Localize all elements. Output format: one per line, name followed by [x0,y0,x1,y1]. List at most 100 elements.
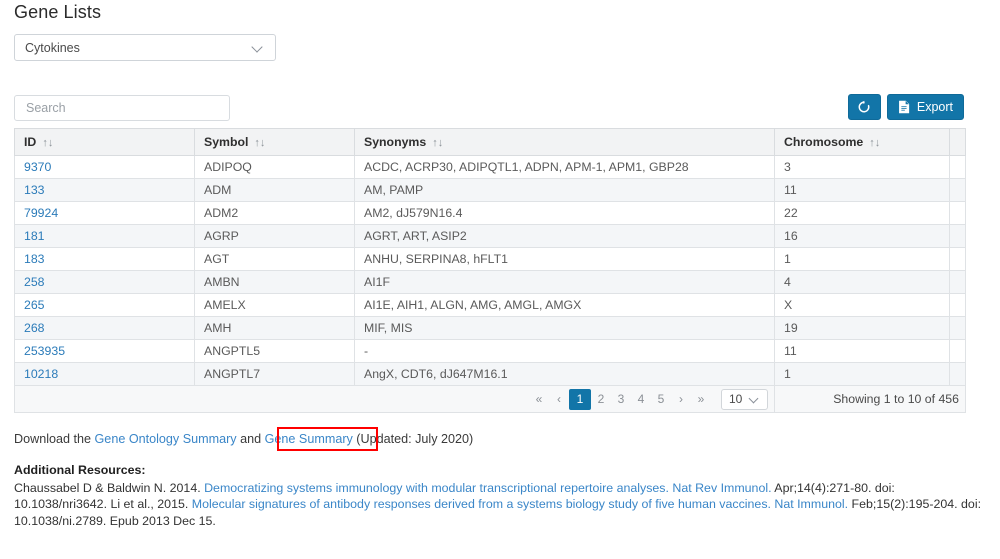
column-label-synonyms: Synonyms [364,135,427,149]
sort-icon-synonyms[interactable]: ↑↓ [432,137,443,149]
column-header-symbol[interactable]: Symbol ↑↓ [194,128,355,156]
export-button-label: Export [916,100,953,114]
pagination-next[interactable]: › [671,389,691,409]
gene-id-link[interactable]: 79924 [24,206,58,220]
document-icon [898,100,909,114]
cell-chromosome: 19 [774,316,950,340]
gene-id-link[interactable]: 10218 [24,367,58,381]
cell-id: 133 [14,178,195,202]
showing-text: Showing 1 to 10 of 456 [833,392,959,406]
cell-symbol: AMELX [194,293,355,317]
download-middle: and [236,432,265,446]
column-header-chromosome[interactable]: Chromosome ↑↓ [774,128,950,156]
table-row: 181 AGRP AGRT, ART, ASIP2 16 [14,224,966,248]
cell-id: 265 [14,293,195,317]
cell-spacer [949,224,966,248]
cell-chromosome: 1 [774,362,950,386]
gene-id-link[interactable]: 265 [24,298,45,312]
pagination-last[interactable]: » [691,389,711,409]
gene-table-wrapper: ID ↑↓ Symbol ↑↓ Synonyms ↑↓ Chromosome ↑↓ [14,128,966,413]
cell-spacer [949,339,966,363]
table-row: 10218 ANGPTL7 AngX, CDT6, dJ647M16.1 1 [14,362,966,386]
sort-icon-id[interactable]: ↑↓ [42,137,53,149]
search-box[interactable] [14,95,230,121]
cell-symbol: AMBN [194,270,355,294]
cell-spacer [949,293,966,317]
cell-id: 79924 [14,201,195,225]
reference-1-link[interactable]: Democratizing systems immunology with mo… [204,481,771,495]
additional-resources: Additional Resources: Chaussabel D & Bal… [14,462,984,529]
sort-icon-symbol[interactable]: ↑↓ [254,137,265,149]
table-row: 258 AMBN AI1F 4 [14,270,966,294]
table-row: 268 AMH MIF, MIS 19 [14,316,966,340]
cell-id: 258 [14,270,195,294]
cell-synonyms: - [354,339,775,363]
download-prefix: Download the [14,432,95,446]
cell-symbol: ANGPTL7 [194,362,355,386]
cell-spacer [949,178,966,202]
chevron-down-icon [749,394,759,404]
sort-icon-chromosome[interactable]: ↑↓ [869,137,880,149]
pagination-page-4[interactable]: 4 [631,389,651,409]
pagination-first[interactable]: « [529,389,549,409]
table-row: 265 AMELX AI1E, AIH1, ALGN, AMG, AMGL, A… [14,293,966,317]
pagination-page-1[interactable]: 1 [569,388,591,410]
pagination-page-3[interactable]: 3 [611,389,631,409]
reference-2-link[interactable]: Molecular signatures of antibody respons… [192,497,848,511]
pagination-page-5[interactable]: 5 [651,389,671,409]
cell-chromosome: 16 [774,224,950,248]
cell-synonyms: AngX, CDT6, dJ647M16.1 [354,362,775,386]
table-row: 9370 ADIPOQ ACDC, ACRP30, ADIPQTL1, ADPN… [14,155,966,179]
gene-summary-link[interactable]: Gene Summary [265,432,353,446]
pagination-cell: « ‹ 1 2 3 4 5 › » 10 [14,385,775,413]
gene-ontology-summary-link[interactable]: Gene Ontology Summary [95,432,237,446]
column-label-id: ID [24,135,37,149]
pagination-page-2[interactable]: 2 [591,389,611,409]
cell-symbol: AMH [194,316,355,340]
table-row: 133 ADM AM, PAMP 11 [14,178,966,202]
cell-id: 10218 [14,362,195,386]
cell-id: 268 [14,316,195,340]
table-footer-row: « ‹ 1 2 3 4 5 › » 10 Showing 1 to 10 of … [14,385,966,413]
page-size-select[interactable]: 10 [721,388,768,410]
column-label-chromosome: Chromosome [784,135,864,149]
table-row: 79924 ADM2 AM2, dJ579N16.4 22 [14,201,966,225]
cell-synonyms: AI1E, AIH1, ALGN, AMG, AMGL, AMGX [354,293,775,317]
download-summary-line: Download the Gene Ontology Summary and G… [14,432,473,446]
cell-synonyms: ANHU, SERPINA8, hFLT1 [354,247,775,271]
column-header-synonyms[interactable]: Synonyms ↑↓ [354,128,775,156]
export-button[interactable]: Export [886,94,964,120]
pagination: « ‹ 1 2 3 4 5 › » 10 [21,388,768,410]
gene-id-link[interactable]: 268 [24,321,45,335]
column-label-symbol: Symbol [204,135,249,149]
cell-spacer [949,201,966,225]
search-input[interactable] [24,100,220,116]
cell-chromosome: 1 [774,247,950,271]
column-header-id[interactable]: ID ↑↓ [14,128,195,156]
gene-id-link[interactable]: 9370 [24,160,51,174]
page-size-value: 10 [729,392,743,406]
gene-id-link[interactable]: 133 [24,183,45,197]
gene-id-link[interactable]: 258 [24,275,45,289]
cell-synonyms: AI1F [354,270,775,294]
cell-chromosome: 22 [774,201,950,225]
table-row: 253935 ANGPTL5 - 11 [14,339,966,363]
gene-list-select[interactable]: Cytokines [14,34,276,61]
reset-button[interactable] [847,94,881,120]
cell-synonyms: ACDC, ACRP30, ADIPQTL1, ADPN, APM-1, APM… [354,155,775,179]
reference-2-prefix: Li et al., 2015. [110,497,192,512]
gene-id-link[interactable]: 253935 [24,344,65,358]
cell-chromosome: 4 [774,270,950,294]
gene-id-link[interactable]: 183 [24,252,45,266]
cell-chromosome: 11 [774,178,950,202]
pagination-prev[interactable]: ‹ [549,389,569,409]
gene-id-link[interactable]: 181 [24,229,45,243]
reference-1-prefix: Chaussabel D & Baldwin N. 2014. [14,480,205,495]
cell-spacer [949,270,966,294]
refresh-icon [858,100,870,113]
page-title: Gene Lists [14,2,102,22]
table-header-row: ID ↑↓ Symbol ↑↓ Synonyms ↑↓ Chromosome ↑↓ [14,128,966,156]
cell-symbol: ANGPTL5 [194,339,355,363]
showing-cell: Showing 1 to 10 of 456 [774,385,966,413]
table-toolbar: Export [847,94,964,120]
